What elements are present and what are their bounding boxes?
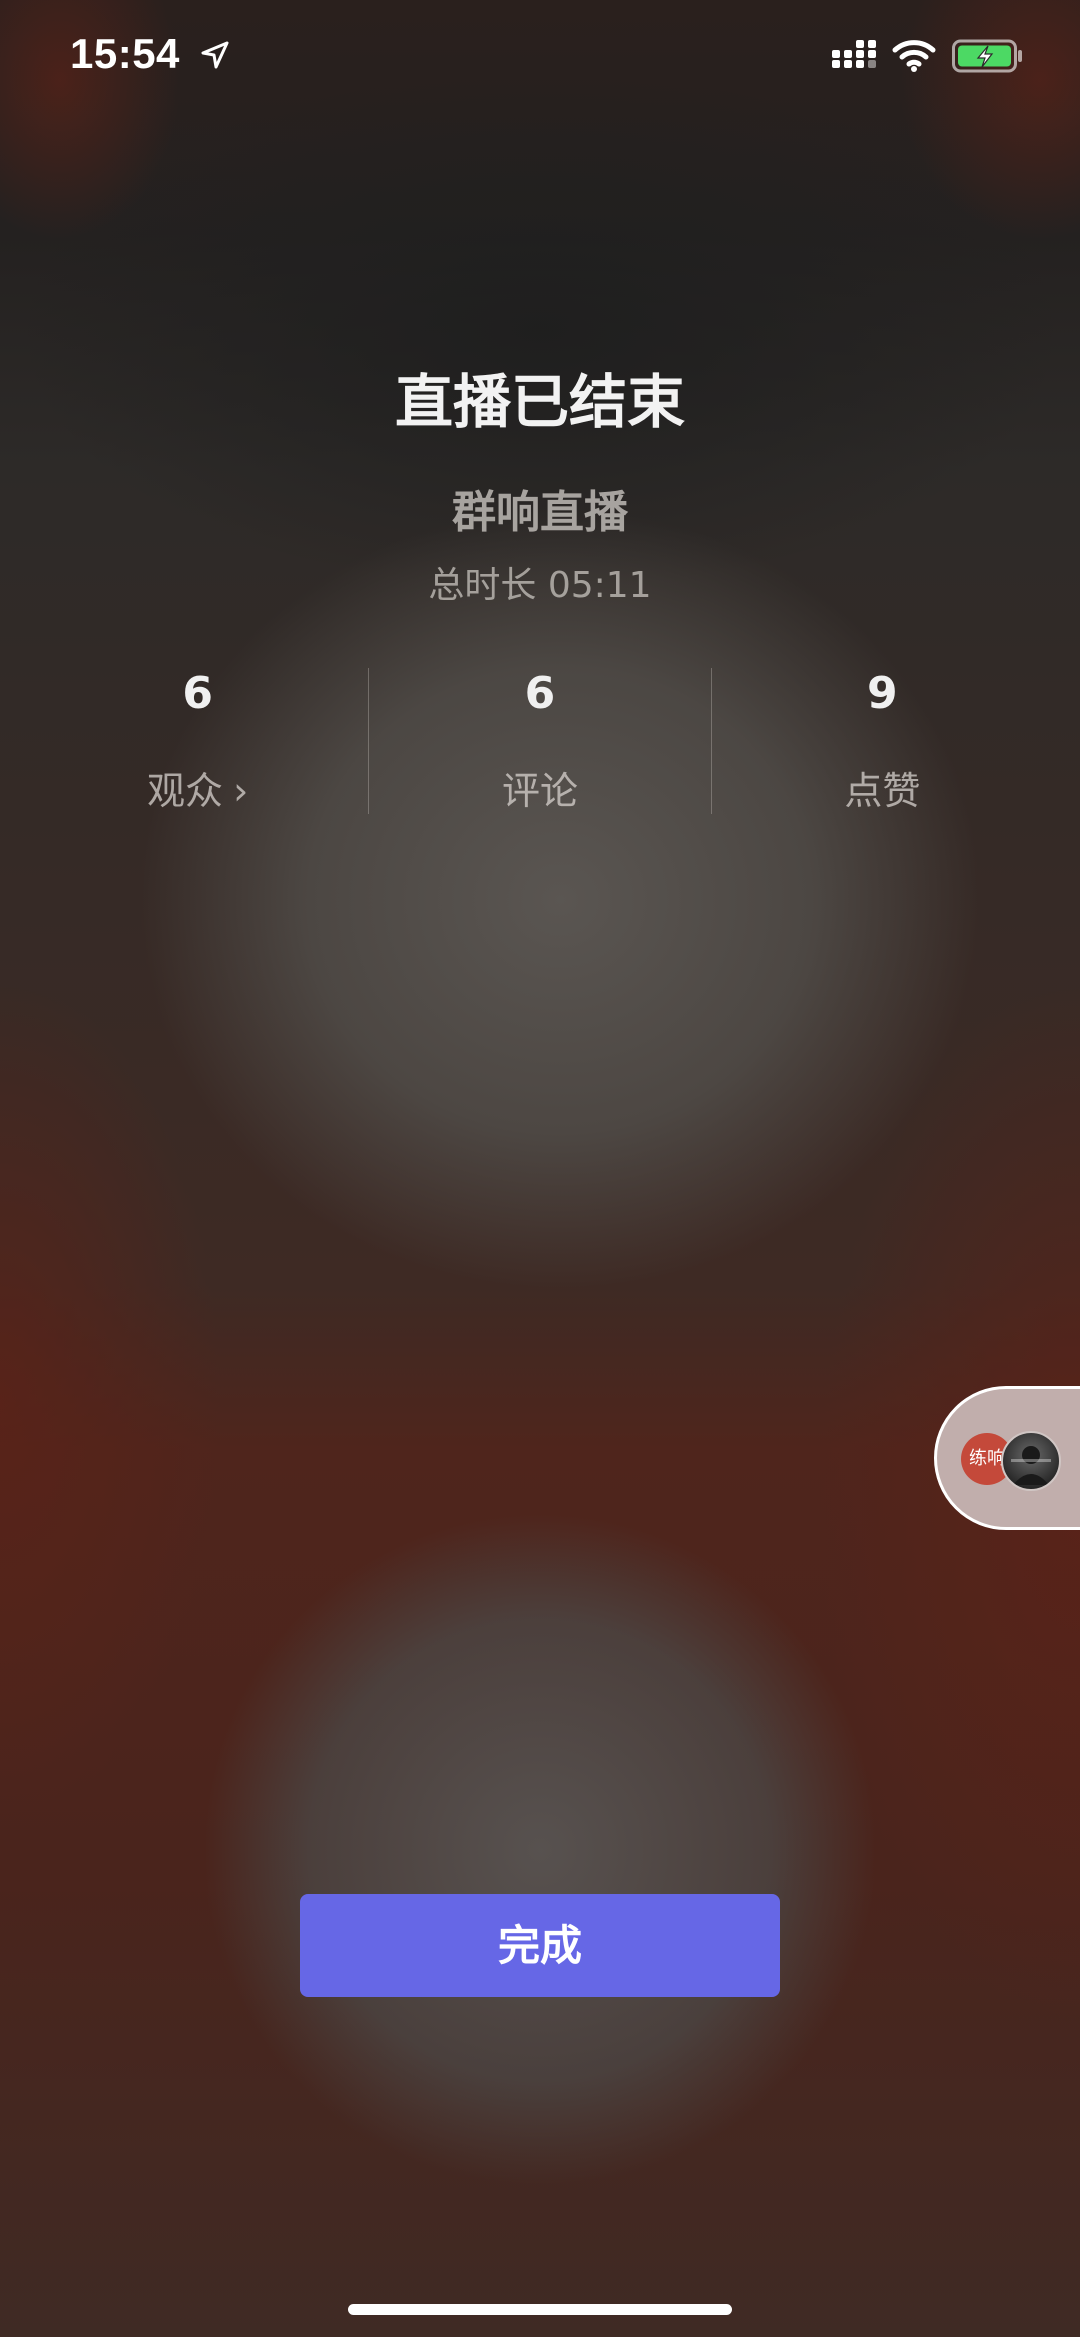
done-button[interactable]: 完成 [300,1894,780,1997]
likes-count: 9 [867,668,898,719]
floating-window-bubble[interactable]: 练响 [934,1386,1080,1530]
stat-viewers[interactable]: 6 观众 › [27,668,368,814]
avatar [1001,1431,1061,1491]
status-time: 15:54 [70,30,180,77]
comments-count: 6 [524,668,556,719]
wifi-icon [892,40,936,72]
stat-likes: 9 点赞 [710,668,1053,814]
viewers-label-row: 观众 › [27,760,368,815]
total-duration: 总时长 05:11 [428,565,652,606]
live-name: 群响直播 [452,487,628,538]
battery-charging-icon [952,39,1022,73]
signal-icon [832,40,876,68]
viewers-count: 6 [182,668,213,719]
location-arrow-icon [201,41,229,69]
likes-label: 点赞 [844,769,921,813]
viewers-label: 观众 [147,769,224,813]
chevron-right-icon: › [233,769,249,813]
home-indicator[interactable] [348,2304,732,2315]
status-bar: 15:54 [0,0,1080,120]
live-ended-title: 直播已结束 [394,368,685,436]
person-silhouette-icon [1011,1446,1051,1485]
stats-row: 6 观众 › 6 评论 9 点赞 [27,668,1053,814]
comments-label: 评论 [501,769,578,813]
stat-comments: 6 评论 [368,668,710,814]
